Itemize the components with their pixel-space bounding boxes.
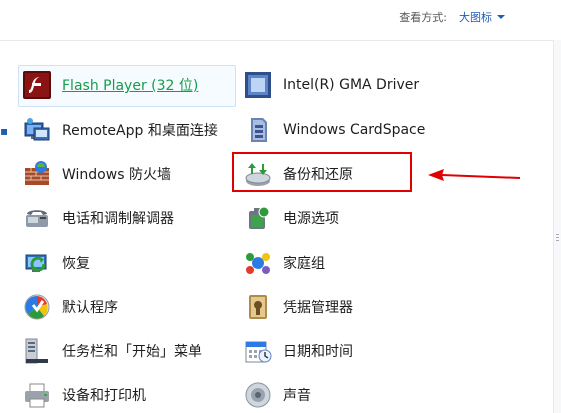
chevron-down-icon[interactable] [497, 15, 505, 19]
item-default-programs[interactable]: 默认程序 [22, 289, 118, 325]
homegroup-icon [246, 253, 270, 274]
item-flash-player[interactable]: Flash Player (32 位) [22, 67, 198, 103]
item-taskbar-start[interactable]: 任务栏和「开始」菜单 [22, 333, 202, 369]
phone-modem-icon [26, 210, 48, 227]
item-remoteapp[interactable]: RemoteApp 和桌面连接 [22, 112, 218, 148]
item-label: 设备和打印机 [62, 388, 146, 404]
top-bar: 查看方式: 大图标 [0, 0, 561, 41]
credential-manager-icon [249, 295, 267, 319]
item-label: Windows CardSpace [283, 122, 426, 138]
item-label: 任务栏和「开始」菜单 [62, 344, 202, 360]
scrollbar[interactable] [553, 40, 561, 413]
flash-player-icon [23, 71, 51, 99]
item-power-options[interactable]: 电源选项 [243, 200, 339, 236]
item-label: Windows 防火墙 [62, 167, 171, 183]
item-intel-gma[interactable]: Intel(R) GMA Driver [243, 67, 419, 103]
item-date-time[interactable]: 日期和时间 [243, 333, 353, 369]
item-label: 电话和调制解调器 [62, 211, 174, 227]
sound-icon [245, 382, 271, 408]
item-label: 恢复 [62, 256, 90, 272]
recovery-icon [25, 254, 47, 272]
item-phone-modem[interactable]: 电话和调制解调器 [22, 200, 174, 236]
item-label: 家庭组 [283, 256, 325, 272]
default-programs-icon [24, 294, 50, 320]
date-time-icon [245, 341, 272, 363]
item-credential-manager[interactable]: 凭据管理器 [243, 289, 353, 325]
item-label: 凭据管理器 [283, 300, 353, 316]
item-devices-printers[interactable]: 设备和打印机 [22, 377, 146, 413]
item-firewall[interactable]: Windows 防火墙 [22, 156, 171, 192]
view-by-control: 查看方式: 大图标 [399, 9, 505, 25]
item-label: Flash Player (32 位) [62, 78, 199, 94]
printer-icon [25, 383, 49, 408]
cardspace-icon [251, 118, 267, 142]
item-label: 默认程序 [62, 300, 118, 316]
item-label: 日期和时间 [283, 344, 353, 360]
taskbar-start-icon [25, 338, 48, 364]
intel-gma-icon [245, 72, 271, 98]
view-by-dropdown[interactable]: 大图标 [459, 9, 492, 25]
item-label: 声音 [283, 388, 311, 404]
item-sound[interactable]: 声音 [243, 377, 311, 413]
item-label: 电源选项 [283, 211, 339, 227]
item-cardspace[interactable]: Windows CardSpace [243, 112, 425, 148]
remoteapp-icon [24, 118, 50, 141]
firewall-icon [25, 161, 49, 185]
left-edge-fragment: ▪ [0, 124, 9, 138]
view-by-label: 查看方式: [399, 11, 447, 24]
item-recovery[interactable]: 恢复 [22, 245, 90, 281]
item-label: Intel(R) GMA Driver [283, 77, 420, 93]
highlight-box [232, 152, 412, 192]
annotation-arrow [428, 169, 521, 181]
item-label: RemoteApp 和桌面连接 [62, 123, 218, 139]
item-homegroup[interactable]: 家庭组 [243, 245, 325, 281]
power-options-icon [249, 206, 270, 229]
